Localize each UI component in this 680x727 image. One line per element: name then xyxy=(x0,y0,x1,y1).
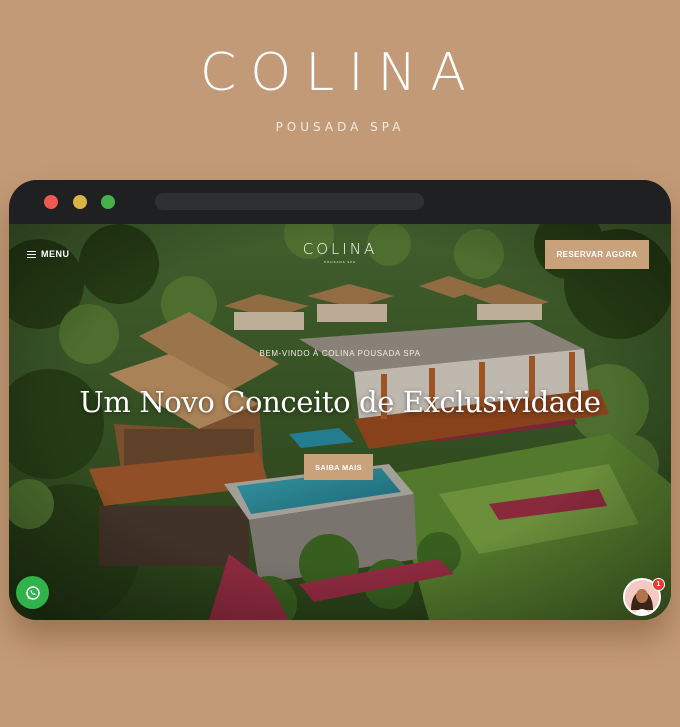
learn-more-button[interactable]: SAIBA MAIS xyxy=(304,454,373,480)
address-bar[interactable] xyxy=(155,193,424,210)
maximize-window-button[interactable] xyxy=(101,195,115,209)
website-viewport: MENU COLINA POUSADA SPA RESERVAR AGORA B… xyxy=(9,224,671,620)
hero-background-image xyxy=(9,224,671,620)
browser-window: MENU COLINA POUSADA SPA RESERVAR AGORA B… xyxy=(9,180,671,620)
reserve-now-button[interactable]: RESERVAR AGORA xyxy=(545,240,649,269)
brand-logo: COLINA xyxy=(199,43,480,103)
browser-toolbar xyxy=(9,180,671,224)
minimize-window-button[interactable] xyxy=(73,195,87,209)
notification-badge: 1 xyxy=(652,578,665,591)
close-window-button[interactable] xyxy=(44,195,58,209)
hero-kicker: BEM-VINDO À COLINA POUSADA SPA xyxy=(259,349,421,358)
hero-title: Um Novo Conceito de Exclusividade xyxy=(79,385,601,419)
brand-subtitle: POUSADA SPA xyxy=(275,120,405,134)
whatsapp-button[interactable] xyxy=(16,576,49,609)
whatsapp-icon xyxy=(25,585,40,600)
